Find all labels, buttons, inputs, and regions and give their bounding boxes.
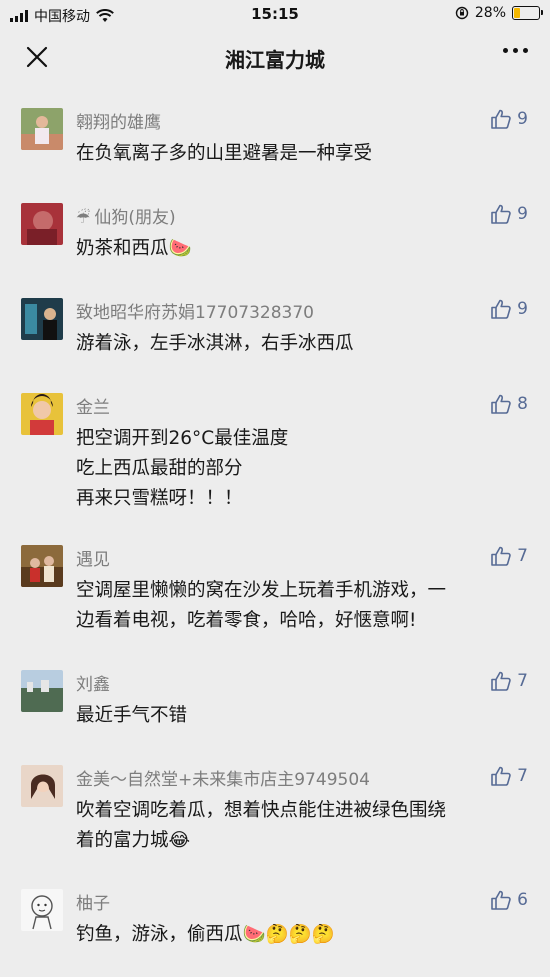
comment-text: 钓鱼，游泳，偷西瓜🍉🤔🤔🤔 <box>76 920 526 950</box>
like-count: 7 <box>517 546 528 566</box>
comment-nickname[interactable]: 致地昭华府苏娟17707328370 <box>76 298 314 323</box>
comment-nickname[interactable]: 刘鑫 <box>76 670 110 695</box>
like-button[interactable]: 8 <box>490 393 528 415</box>
thumbs-up-icon <box>491 671 511 691</box>
comment-text: 把空调开到26°C最佳温度 吃上西瓜最甜的部分 再来只雪糕呀！！！ <box>76 424 526 514</box>
avatar[interactable] <box>21 765 63 807</box>
thumbs-up-icon <box>491 766 511 786</box>
avatar[interactable] <box>21 545 63 587</box>
comment-item: 金兰 把空调开到26°C最佳温度 吃上西瓜最甜的部分 再来只雪糕呀！！！ 8 <box>0 369 550 519</box>
nickname-text: 仙狗(朋友) <box>94 208 176 228</box>
comment-text: 最近手气不错 <box>76 701 526 731</box>
umbrella-emoji-icon: ☔ <box>76 208 91 227</box>
comment-line: 钓鱼，游泳，偷西瓜🍉🤔🤔🤔 <box>76 924 335 945</box>
thumbs-up-icon <box>491 394 511 414</box>
comment-item: ☔ 仙狗(朋友) 奶茶和西瓜🍉 9 <box>0 179 550 269</box>
avatar[interactable] <box>21 889 63 931</box>
comment-nickname[interactable]: 金美～自然堂+未来集市店主9749504 <box>76 765 370 790</box>
comment-line: 吃上西瓜最甜的部分 <box>76 458 243 479</box>
comment-text: 在负氧离子多的山里避暑是一种享受 <box>76 139 526 169</box>
comment-line: 在负氧离子多的山里避暑是一种享受 <box>76 143 373 164</box>
comment-line: 空调屋里懒懒的窝在沙发上玩着手机游戏，一 <box>76 580 447 601</box>
comment-item: 柚子 钓鱼，游泳，偷西瓜🍉🤔🤔🤔 6 <box>0 865 550 955</box>
comment-line: 游着泳，左手冰淇淋，右手冰西瓜 <box>76 333 354 354</box>
thumbs-up-icon <box>491 546 511 566</box>
comment-item: 刘鑫 最近手气不错 7 <box>0 646 550 736</box>
comment-item: 翱翔的雄鹰 在负氧离子多的山里避暑是一种享受 9 <box>0 84 550 174</box>
comment-nickname[interactable]: 柚子 <box>76 889 110 914</box>
like-button[interactable]: 7 <box>490 765 528 787</box>
comment-nickname[interactable]: 金兰 <box>76 393 110 418</box>
avatar[interactable] <box>21 393 63 435</box>
like-count: 9 <box>517 204 528 224</box>
battery-percent: 28% <box>474 5 506 21</box>
avatar[interactable] <box>21 298 63 340</box>
comment-item: 致地昭华府苏娟17707328370 游着泳，左手冰淇淋，右手冰西瓜 9 <box>0 274 550 364</box>
like-button[interactable]: 7 <box>490 545 528 567</box>
comment-item: 金美～自然堂+未来集市店主9749504 吹着空调吃着瓜，想着快点能住进被绿色围… <box>0 741 550 861</box>
thumbs-up-icon <box>491 299 511 319</box>
more-options-icon[interactable] <box>503 48 528 53</box>
like-button[interactable]: 6 <box>490 889 528 911</box>
nav-bar: 湘江富力城 <box>0 30 550 84</box>
avatar[interactable] <box>21 670 63 712</box>
avatar[interactable] <box>21 203 63 245</box>
rotation-lock-icon <box>455 6 469 20</box>
comment-line: 边看着电视，吃着零食，哈哈，好惬意啊! <box>76 610 417 631</box>
status-right: 28% <box>455 5 543 21</box>
page-title: 湘江富力城 <box>225 48 325 72</box>
thumbs-up-icon <box>491 109 511 129</box>
comment-text: 游着泳，左手冰淇淋，右手冰西瓜 <box>76 329 526 359</box>
like-count: 7 <box>517 671 528 691</box>
comment-line: 奶茶和西瓜🍉 <box>76 238 192 259</box>
comment-line: 吹着空调吃着瓜，想着快点能住进被绿色围绕 <box>76 800 447 821</box>
battery-fill <box>514 8 520 18</box>
like-button[interactable]: 9 <box>490 108 528 130</box>
comment-line: 最近手气不错 <box>76 705 188 726</box>
comment-text: 奶茶和西瓜🍉 <box>76 234 526 264</box>
like-count: 9 <box>517 299 528 319</box>
like-count: 6 <box>517 890 528 910</box>
like-count: 8 <box>517 394 528 414</box>
comment-nickname[interactable]: 翱翔的雄鹰 <box>76 108 161 133</box>
thumbs-up-icon <box>491 890 511 910</box>
comment-line: 着的富力城😂 <box>76 830 191 851</box>
like-button[interactable]: 9 <box>490 203 528 225</box>
comment-text: 吹着空调吃着瓜，想着快点能住进被绿色围绕 着的富力城😂 <box>76 796 526 856</box>
thumbs-up-icon <box>491 204 511 224</box>
comment-item: 遇见 空调屋里懒懒的窝在沙发上玩着手机游戏，一 边看着电视，吃着零食，哈哈，好惬… <box>0 521 550 641</box>
like-count: 7 <box>517 766 528 786</box>
like-count: 9 <box>517 109 528 129</box>
comment-line: 再来只雪糕呀！！！ <box>76 488 243 509</box>
comment-text: 空调屋里懒懒的窝在沙发上玩着手机游戏，一 边看着电视，吃着零食，哈哈，好惬意啊! <box>76 576 526 636</box>
avatar[interactable] <box>21 108 63 150</box>
comment-nickname[interactable]: 遇见 <box>76 545 110 570</box>
like-button[interactable]: 7 <box>490 670 528 692</box>
like-button[interactable]: 9 <box>490 298 528 320</box>
comment-nickname[interactable]: ☔ 仙狗(朋友) <box>76 203 176 228</box>
comment-line: 把空调开到26°C最佳温度 <box>76 428 289 449</box>
status-bar: 中国移动 15:15 28% <box>0 0 550 30</box>
battery-icon <box>512 6 543 20</box>
